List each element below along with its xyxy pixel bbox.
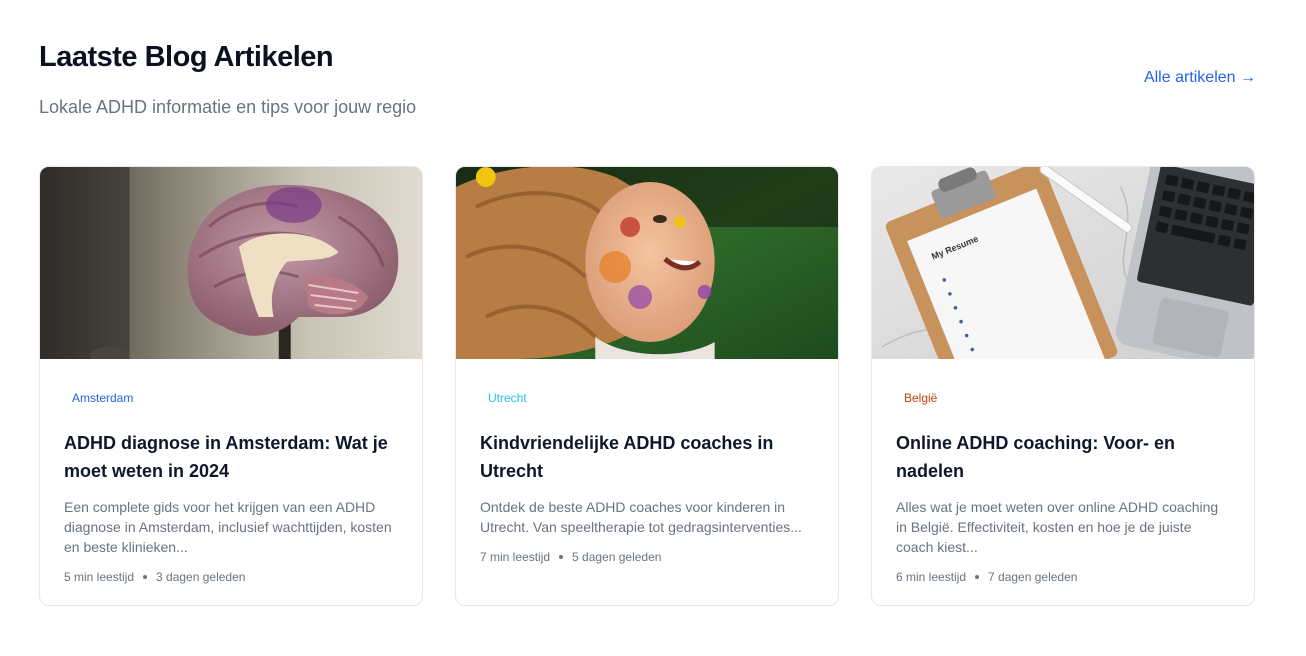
read-time: 5 min leestijd xyxy=(64,570,135,584)
article-meta: 7 min leestijd 5 dagen geleden xyxy=(480,549,814,565)
read-time: 7 min leestijd xyxy=(480,550,551,564)
article-title[interactable]: Kindvriendelijke ADHD coaches in Utrecht xyxy=(480,429,814,485)
article-excerpt: Een complete gids voor het krijgen van e… xyxy=(64,499,392,555)
location-tag[interactable]: Amsterdam xyxy=(64,391,141,405)
published-date: 5 dagen geleden xyxy=(572,550,662,564)
article-excerpt: Ontdek de beste ADHD coaches voor kinder… xyxy=(480,499,802,535)
article-card-belgie[interactable]: My Resume België Online ADHD coaching: V… xyxy=(871,166,1255,606)
separator-dot-icon xyxy=(975,575,980,579)
separator-dot-icon xyxy=(143,575,148,579)
published-date: 3 dagen geleden xyxy=(156,570,246,584)
clipboard-laptop-image: My Resume xyxy=(872,167,1254,359)
article-meta: 5 min leestijd 3 dagen geleden xyxy=(64,569,398,585)
page-title: Laatste Blog Artikelen xyxy=(39,41,334,73)
article-card-utrecht[interactable]: Utrecht Kindvriendelijke ADHD coaches in… xyxy=(455,166,839,606)
location-tag[interactable]: België xyxy=(896,391,945,405)
article-title[interactable]: Online ADHD coaching: Voor- en nadelen xyxy=(896,429,1230,485)
all-articles-link[interactable]: Alle artikelen → xyxy=(1144,68,1256,88)
published-date: 7 dagen geleden xyxy=(988,570,1078,584)
article-title[interactable]: ADHD diagnose in Amsterdam: Wat je moet … xyxy=(64,429,398,485)
read-time: 6 min leestijd xyxy=(896,570,967,584)
article-card-amsterdam[interactable]: Amsterdam ADHD diagnose in Amsterdam: Wa… xyxy=(39,166,423,606)
separator-dot-icon xyxy=(559,555,564,559)
section-header: Laatste Blog Artikelen Lokale ADHD infor… xyxy=(39,40,1256,120)
article-cards: Amsterdam ADHD diagnose in Amsterdam: Wa… xyxy=(39,166,1255,606)
location-tag[interactable]: Utrecht xyxy=(480,391,535,405)
brain-model-image xyxy=(40,167,422,359)
article-excerpt: Alles wat je moet weten over online ADHD… xyxy=(896,499,1219,555)
article-meta: 6 min leestijd 7 dagen geleden xyxy=(896,569,1230,585)
painted-child-image xyxy=(456,167,838,359)
page-subtitle: Lokale ADHD informatie en tips voor jouw… xyxy=(39,97,417,117)
